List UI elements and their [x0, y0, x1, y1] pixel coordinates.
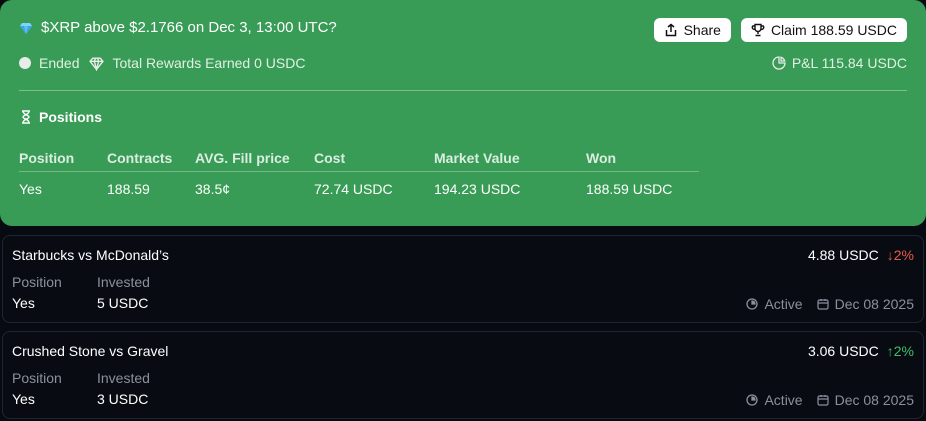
- col-cost: Cost: [314, 149, 346, 166]
- market-card-amount: 4.88 USDC: [807, 247, 879, 263]
- diamond-icon: [20, 22, 32, 34]
- invested-label: Invested: [97, 370, 150, 386]
- calendar-icon: [816, 299, 829, 310]
- market-card[interactable]: Crushed Stone vs Gravel 3.06 USDC ↑2% Po…: [2, 331, 924, 419]
- hourglass-icon: [22, 110, 30, 124]
- pie-chart-icon: [772, 56, 786, 70]
- cell-contracts: 188.59: [107, 170, 195, 207]
- positions-heading-label: Positions: [39, 109, 103, 125]
- market-card-labels: Position Invested: [12, 274, 150, 290]
- position-label: Position: [12, 274, 62, 290]
- change-badge: ↑2%: [886, 343, 914, 359]
- market-card-values: Yes 5 USDC: [12, 295, 148, 311]
- market-card-values: Yes 3 USDC: [12, 391, 148, 407]
- positions-table: Position Contracts AVG. Fill price Cost …: [19, 145, 699, 207]
- market-card-value: 4.88 USDC ↓2%: [808, 247, 914, 263]
- market-status: Ended: [39, 55, 80, 71]
- cell-avg-fill-price: 38.5¢: [195, 170, 314, 207]
- col-avg-fill-price: AVG. Fill price: [195, 149, 290, 166]
- cell-won: 188.59 USDC: [586, 170, 699, 207]
- total-rewards: Total Rewards Earned 0 USDC: [112, 55, 306, 71]
- gem-outline-icon: [89, 56, 105, 71]
- active-status-icon: [746, 394, 759, 406]
- market-card-value: 3.06 USDC ↑2%: [808, 343, 914, 359]
- market-title: $XRP above $2.1766 on Dec 3, 13:00 UTC?: [41, 19, 337, 36]
- market-title-row: $XRP above $2.1766 on Dec 3, 13:00 UTC?: [19, 19, 337, 36]
- position-value: Yes: [12, 391, 35, 407]
- table-row: Yes 188.59 38.5¢ 72.74 USDC 194.23 USDC …: [19, 170, 699, 207]
- trophy-icon: [751, 23, 765, 37]
- pnl-value: P&L 115.84 USDC: [791, 55, 907, 71]
- market-card-meta: Active Dec 08 2025: [746, 392, 914, 408]
- invested-label: Invested: [97, 274, 150, 290]
- positions-header-row: Position Contracts AVG. Fill price Cost …: [19, 145, 699, 171]
- cell-market-value: 194.23 USDC: [434, 170, 586, 207]
- market-card-date: Dec 08 2025: [834, 296, 914, 312]
- market-card[interactable]: Starbucks vs McDonald’s 4.88 USDC ↓2% Po…: [2, 235, 924, 323]
- positions-heading: Positions: [19, 109, 102, 125]
- share-button[interactable]: Share: [653, 18, 731, 42]
- invested-value: 5 USDC: [97, 295, 149, 311]
- position-value: Yes: [12, 295, 35, 311]
- market-actions: Share Claim 188.59 USDC: [653, 18, 907, 42]
- claim-button[interactable]: Claim 188.59 USDC: [740, 18, 907, 42]
- invested-value: 3 USDC: [97, 391, 149, 407]
- col-market-value: Market Value: [434, 149, 520, 166]
- col-contracts: Contracts: [107, 149, 173, 166]
- market-card-date: Dec 08 2025: [834, 392, 914, 408]
- market-card-title: Crushed Stone vs Gravel: [12, 343, 169, 359]
- market-card-title: Starbucks vs McDonald’s: [12, 247, 169, 263]
- share-label: Share: [683, 22, 721, 38]
- divider: [19, 90, 907, 91]
- market-summary-card: $XRP above $2.1766 on Dec 3, 13:00 UTC? …: [0, 0, 926, 226]
- market-status-row: Ended Total Rewards Earned 0 USDC: [19, 55, 305, 71]
- cell-cost: 72.74 USDC: [314, 170, 434, 207]
- pnl-display: P&L 115.84 USDC: [772, 55, 907, 71]
- market-card-meta: Active Dec 08 2025: [746, 296, 914, 312]
- col-position: Position: [19, 149, 75, 166]
- market-card-labels: Position Invested: [12, 370, 150, 386]
- market-card-status: Active: [764, 296, 803, 312]
- calendar-icon: [816, 395, 829, 406]
- market-card-amount: 3.06 USDC: [807, 343, 879, 359]
- change-badge: ↓2%: [886, 247, 914, 263]
- status-dot-icon: [19, 57, 31, 69]
- cell-position: Yes: [19, 170, 107, 207]
- market-card-status: Active: [764, 392, 803, 408]
- claim-label: Claim 188.59 USDC: [770, 22, 897, 38]
- share-icon: [665, 23, 676, 37]
- col-won: Won: [586, 149, 617, 166]
- active-status-icon: [746, 298, 759, 310]
- position-label: Position: [12, 370, 62, 386]
